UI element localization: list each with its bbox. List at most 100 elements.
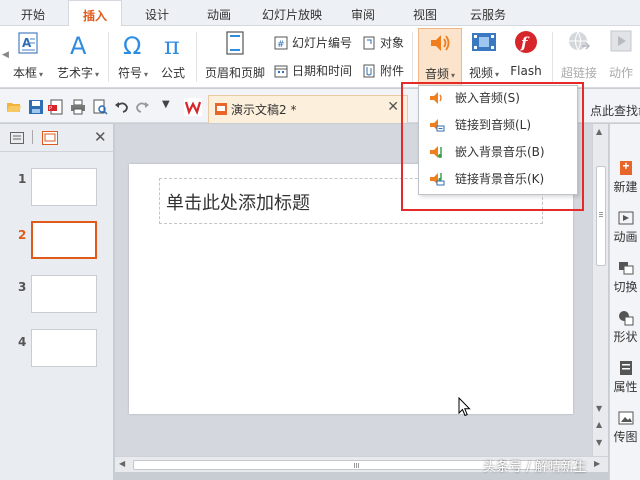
menu-bar: 开始 插入 设计 动画 幻灯片放映 审阅 视图 云服务: [0, 0, 640, 27]
attachment-button[interactable]: 附件: [362, 62, 404, 80]
page-icon: [226, 31, 244, 55]
wordart-label: 艺术字 ▾: [56, 66, 100, 80]
tab-cloud[interactable]: 云服务: [460, 0, 516, 26]
ribbon-separator: [552, 32, 553, 82]
redo-icon[interactable]: [134, 99, 150, 115]
video-label: 视频 ▾: [468, 66, 500, 80]
animation-icon: [618, 211, 633, 225]
tab-slideshow[interactable]: 幻灯片放映: [254, 0, 330, 26]
watermark: 头条号 / 解晴新生: [483, 460, 587, 475]
undo-icon[interactable]: [114, 99, 130, 115]
audio-label: 音频 ▾: [424, 67, 456, 81]
symbol-button[interactable]: Ω 符号 ▾: [114, 26, 152, 88]
mouse-cursor-icon: [458, 397, 471, 417]
wps-logo-icon[interactable]: [184, 98, 202, 116]
object-button[interactable]: 对象: [362, 34, 404, 52]
slide-number-icon: #: [274, 36, 288, 50]
globe-link-icon: [569, 31, 591, 51]
hyperlink-label: 超链接: [560, 66, 597, 80]
thumbnail-panel-tabs: ✕: [0, 124, 114, 152]
action-button[interactable]: 动作: [604, 26, 638, 88]
task-upload-image[interactable]: 传图: [610, 410, 640, 445]
save-icon[interactable]: [28, 99, 44, 115]
grip-icon: [599, 212, 603, 213]
tab-design[interactable]: 设计: [132, 0, 182, 26]
open-folder-icon[interactable]: [6, 99, 22, 115]
textbox-button[interactable]: A 本框 ▾: [10, 26, 46, 88]
attachment-icon: [363, 64, 375, 78]
previous-slide-icon[interactable]: ▲: [596, 420, 602, 429]
document-tab[interactable]: 演示文稿2 * ✕: [208, 95, 408, 123]
slide-view-icon[interactable]: [42, 131, 58, 145]
title-placeholder-text: 单击此处添加标题: [166, 193, 310, 214]
tab-insert[interactable]: 插入: [68, 0, 122, 27]
tab-animation[interactable]: 动画: [194, 0, 244, 26]
presentation-icon: [215, 103, 227, 115]
action-label: 动作: [608, 66, 633, 80]
object-icon: [363, 36, 375, 50]
print-preview-icon[interactable]: [92, 99, 108, 115]
tab-view[interactable]: 视图: [400, 0, 450, 26]
properties-icon: [619, 361, 632, 375]
slide-thumbnail-panel: ✕ 1 2 3 4: [0, 124, 114, 480]
tab-divider: [32, 130, 33, 144]
vertical-scrollbar[interactable]: ▲ ▼ ▲ ▼: [592, 124, 608, 456]
scroll-right-icon[interactable]: ▶: [594, 459, 600, 468]
export-pdf-icon[interactable]: P: [48, 99, 64, 115]
task-pane-bar: 新建 动画 切换 形状 属性 传图: [609, 124, 640, 480]
tab-review[interactable]: 审阅: [338, 0, 388, 26]
print-icon[interactable]: [70, 99, 86, 115]
ribbon-scroll-left-icon[interactable]: ◀: [2, 50, 9, 60]
formula-label: 公式: [160, 66, 185, 80]
task-new[interactable]: 新建: [610, 160, 640, 195]
scroll-down-icon[interactable]: ▼: [596, 404, 602, 413]
command-search-hint[interactable]: 点此查找命令: [590, 102, 640, 119]
textbox-label: 本框 ▾: [12, 66, 44, 80]
action-play-icon: [610, 30, 632, 52]
svg-text:#: #: [277, 40, 285, 50]
header-footer-button[interactable]: 页眉和页脚: [202, 26, 268, 88]
tab-home[interactable]: 开始: [8, 0, 58, 26]
slide-thumbnail-selected[interactable]: [31, 221, 97, 259]
shape-icon: [618, 311, 633, 326]
wordart-button[interactable]: A 艺术字 ▾: [52, 26, 104, 88]
film-icon: [472, 33, 496, 51]
audio-button[interactable]: 音频 ▾: [418, 28, 462, 86]
next-slide-icon[interactable]: ▼: [596, 438, 602, 447]
date-time-button[interactable]: 日期和时间: [274, 62, 352, 80]
task-animation[interactable]: 动画: [610, 210, 640, 245]
task-transition[interactable]: 切换: [610, 260, 640, 295]
task-shape[interactable]: 形状: [610, 310, 640, 345]
pi-icon: π: [164, 32, 180, 58]
formula-button[interactable]: π 公式: [156, 26, 190, 88]
slide-thumbnail[interactable]: [31, 168, 97, 206]
flash-label: Flash: [510, 64, 542, 78]
ribbon-separator: [108, 32, 109, 82]
upload-image-icon: [618, 411, 633, 425]
video-button[interactable]: 视频 ▾: [464, 26, 504, 88]
transition-icon: [618, 262, 633, 275]
vertical-scroll-thumb[interactable]: [596, 166, 606, 266]
customize-toolbar-icon[interactable]: ▼: [162, 99, 170, 110]
flash-button[interactable]: f Flash: [506, 26, 546, 88]
svg-text:Ω: Ω: [123, 32, 141, 58]
task-properties[interactable]: 属性: [610, 360, 640, 395]
hyperlink-button[interactable]: 超链接: [558, 26, 600, 88]
outline-view-icon[interactable]: [10, 132, 24, 144]
slide-thumbnail[interactable]: [31, 329, 97, 367]
scroll-up-icon[interactable]: ▲: [596, 127, 602, 136]
close-panel-icon[interactable]: ✕: [94, 128, 107, 146]
speaker-icon: [431, 35, 450, 51]
omega-icon: Ω: [123, 32, 141, 58]
flash-icon: f: [515, 31, 537, 53]
document-tab-title: 演示文稿2 *: [231, 103, 297, 117]
slide-number-button[interactable]: # 幻灯片编号: [274, 34, 352, 52]
thumbnail-number: 4: [18, 335, 27, 349]
textbox-icon: A: [18, 32, 38, 54]
new-slide-icon: [619, 161, 632, 175]
slide-thumbnail[interactable]: [31, 275, 97, 313]
svg-text:P: P: [49, 106, 52, 112]
close-icon[interactable]: ✕: [387, 99, 399, 115]
symbol-label: 符号 ▾: [117, 66, 149, 80]
scroll-left-icon[interactable]: ◀: [119, 459, 125, 468]
